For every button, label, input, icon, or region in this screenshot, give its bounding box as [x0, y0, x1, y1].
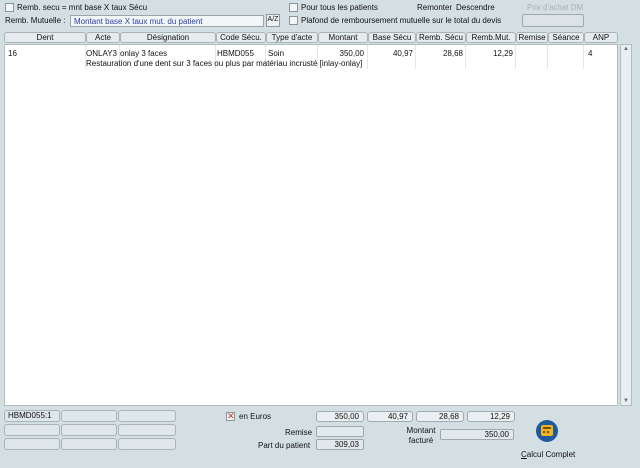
calculator-icon: [536, 420, 558, 442]
total-montant: 350,00: [316, 411, 364, 422]
footer-box-2: [61, 410, 117, 422]
cell-base-secu: 40,97: [392, 49, 413, 58]
footer-box-6: [118, 424, 176, 436]
col-type-acte[interactable]: Type d'acte: [266, 32, 318, 43]
cell-type-acte: Soin: [268, 49, 285, 58]
scroll-down-icon[interactable]: ▼: [623, 398, 629, 404]
remb-mutuelle-select[interactable]: Montant base X taux mut. du patient: [70, 15, 264, 27]
part-patient-label: Part du patient: [258, 441, 311, 450]
cell-designation: onlay 3 faces: [120, 49, 168, 58]
cell-acte: ONLAY3: [86, 49, 117, 58]
part-patient-value: 309,03: [316, 439, 364, 450]
footer-box-9: [118, 438, 176, 450]
remise-field[interactable]: [316, 426, 364, 437]
remb-mutuelle-label: Remb. Mutuelle :: [5, 16, 66, 25]
cell-montant: 350,00: [339, 49, 364, 58]
col-base-secu[interactable]: Base Sécu: [368, 32, 416, 43]
pour-tous-label: Pour tous les patients: [301, 3, 378, 12]
table-header: Dent Acte Désignation Code Sécu. Type d'…: [4, 32, 618, 43]
total-remb-mut: 12,29: [467, 411, 515, 422]
en-euros-label: en Euros: [239, 412, 272, 421]
footer-box-7: [4, 438, 60, 450]
calcul-complet-label: Calcul Complet: [521, 450, 576, 459]
montant-facture-label: Montant facturé: [406, 426, 436, 445]
col-code-secu[interactable]: Code Sécu.: [216, 32, 266, 43]
remb-secu-checkbox[interactable]: [5, 3, 14, 12]
cell-code-secu: HBMD055: [217, 49, 254, 58]
footer-box-3: [118, 410, 176, 422]
acts-table: 16 ONLAY3 onlay 3 faces HBMD055 Soin 350…: [4, 44, 618, 406]
total-remb-secu: 28,68: [416, 411, 464, 422]
sort-az-button[interactable]: A/Z: [266, 14, 280, 27]
table-row[interactable]: 16 ONLAY3 onlay 3 faces HBMD055 Soin 350…: [5, 47, 617, 69]
remise-label: Remise: [285, 428, 313, 437]
col-acte[interactable]: Acte: [86, 32, 120, 43]
scroll-up-icon[interactable]: ▲: [623, 46, 629, 52]
code-field[interactable]: HBMD055:1: [4, 410, 60, 422]
col-designation[interactable]: Désignation: [120, 32, 216, 43]
col-remb-secu[interactable]: Remb. Sécu: [416, 32, 466, 43]
cell-dent: 16: [8, 49, 17, 58]
montant-facture-value: 350,00: [440, 429, 514, 440]
pour-tous-checkbox[interactable]: [289, 3, 298, 12]
col-seance[interactable]: Séance: [548, 32, 584, 43]
col-remb-mut[interactable]: Remb.Mut.: [466, 32, 516, 43]
footer-box-8: [61, 438, 117, 450]
cell-remb-mut: 12,29: [492, 49, 513, 58]
descendre-button[interactable]: Descendre: [456, 3, 495, 13]
calcul-complet-button[interactable]: Calcul Complet: [518, 418, 578, 460]
cell-anp: 4: [588, 49, 593, 58]
plafond-label: Plafond de remboursement mutuelle sur le…: [301, 16, 502, 25]
footer-box-4: [4, 424, 60, 436]
check-x-icon: ✕: [227, 411, 235, 421]
en-euros-checkbox[interactable]: ✕: [226, 411, 235, 421]
cell-description: Restauration d'une dent sur 3 faces ou p…: [86, 59, 363, 68]
remb-secu-label: Remb. secu = mnt base X taux Sécu: [17, 3, 148, 12]
col-dent[interactable]: Dent: [4, 32, 86, 43]
col-anp[interactable]: ANP: [584, 32, 618, 43]
remonter-button[interactable]: Remonter: [417, 3, 452, 13]
cell-remb-secu: 28,68: [442, 49, 463, 58]
col-remise[interactable]: Remise: [516, 32, 548, 43]
prix-achat-label: Prix d'achat DM: [527, 3, 584, 12]
prix-achat-field[interactable]: [522, 14, 584, 27]
total-base-secu: 40,97: [367, 411, 413, 422]
table-scrollbar[interactable]: ▲ ▼: [620, 44, 632, 406]
plafond-checkbox[interactable]: [289, 16, 298, 25]
col-montant[interactable]: Montant: [318, 32, 368, 43]
footer-box-5: [61, 424, 117, 436]
